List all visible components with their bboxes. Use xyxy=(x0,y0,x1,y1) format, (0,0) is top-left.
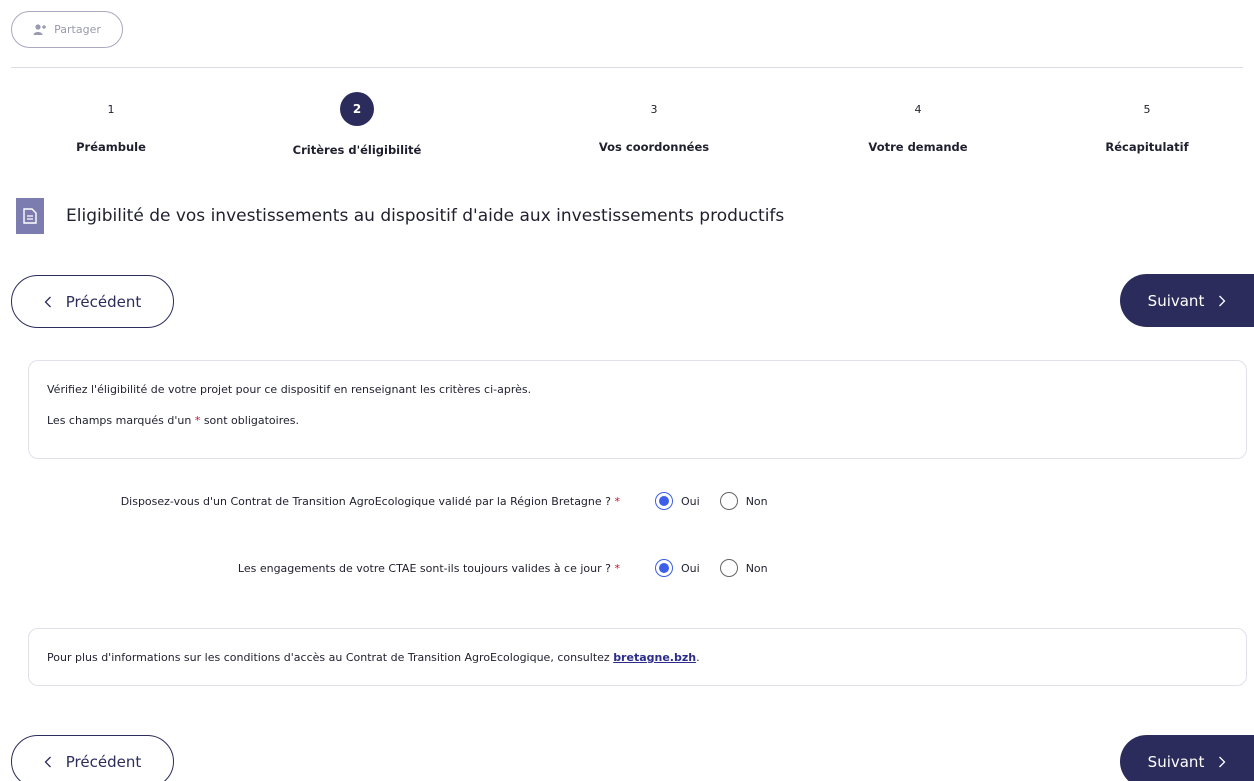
required-fields-note: Les champs marqués d'un * sont obligatoi… xyxy=(47,414,299,427)
radio-label: Oui xyxy=(681,494,700,508)
required-asterisk: * xyxy=(614,562,621,575)
header-divider xyxy=(11,67,1243,68)
step-votre-demande[interactable]: 4 Votre demande xyxy=(828,92,1008,155)
radio-oui[interactable]: Oui xyxy=(655,559,700,577)
radio-button[interactable] xyxy=(719,559,738,577)
radio-group-ctae-validated: Oui Non xyxy=(655,492,788,510)
radio-non[interactable]: Non xyxy=(719,559,768,577)
intro-text: Vérifiez l'éligibilité de votre projet p… xyxy=(47,383,532,396)
required-note-prefix: Les champs marqués d'un xyxy=(47,414,192,427)
next-button[interactable]: Suivant xyxy=(1120,274,1254,327)
next-button-label: Suivant xyxy=(1147,752,1205,771)
required-asterisk: * xyxy=(194,414,201,427)
more-info-suffix: . xyxy=(696,651,700,664)
more-info-sentence: Pour plus d'informations sur les conditi… xyxy=(47,651,610,664)
step-criteres-eligibilite[interactable]: 2 Critères d'éligibilité xyxy=(267,92,447,157)
previous-button[interactable]: Précédent xyxy=(11,275,174,328)
next-button-label: Suivant xyxy=(1147,291,1205,310)
chevron-left-icon xyxy=(44,296,52,308)
previous-button-bottom[interactable]: Précédent xyxy=(11,735,174,781)
radio-non[interactable]: Non xyxy=(719,492,768,510)
chevron-right-icon xyxy=(1218,756,1226,768)
document-icon xyxy=(16,198,44,234)
radio-button[interactable] xyxy=(719,492,738,510)
previous-button-label: Précédent xyxy=(65,292,142,311)
add-user-icon xyxy=(33,24,47,35)
step-preambule[interactable]: 1 Préambule xyxy=(21,92,201,155)
radio-group-ctae-still-valid: Oui Non xyxy=(655,559,788,577)
eligibility-intro-box: Vérifiez l'éligibilité de votre projet p… xyxy=(28,360,1247,459)
page-heading: Eligibilité de vos investissements au di… xyxy=(16,198,784,234)
radio-button-selected[interactable] xyxy=(655,492,673,510)
question-text: Disposez-vous d'un Contrat de Transition… xyxy=(120,495,611,508)
step-label: Critères d'éligibilité xyxy=(292,143,422,157)
page-title: Eligibilité de vos investissements au di… xyxy=(66,206,785,226)
question-text: Les engagements de votre CTAE sont-ils t… xyxy=(237,562,611,575)
bretagne-bzh-link[interactable]: bretagne.bzh xyxy=(613,651,696,664)
step-label: Préambule xyxy=(76,140,146,154)
step-label: Récapitulatif xyxy=(1105,140,1189,154)
radio-label: Oui xyxy=(681,561,700,575)
step-vos-coordonnees[interactable]: 3 Vos coordonnées xyxy=(564,92,744,155)
more-info-box: Pour plus d'informations sur les conditi… xyxy=(28,628,1247,686)
next-button-bottom[interactable]: Suivant xyxy=(1120,735,1254,781)
radio-oui[interactable]: Oui xyxy=(655,492,700,510)
step-number: 5 xyxy=(1143,102,1151,116)
question-ctae-validated: Disposez-vous d'un Contrat de Transition… xyxy=(30,494,620,509)
step-number: 3 xyxy=(650,102,658,116)
step-number: 1 xyxy=(107,102,115,116)
step-label: Votre demande xyxy=(868,140,968,154)
more-info-text: Pour plus d'informations sur les conditi… xyxy=(47,651,700,664)
stepper: 1 Préambule 2 Critères d'éligibilité 3 V… xyxy=(0,92,1254,162)
chevron-right-icon xyxy=(1218,295,1226,307)
required-note-suffix: sont obligatoires. xyxy=(203,414,299,427)
step-number-active: 2 xyxy=(340,92,374,126)
share-button-label: Partager xyxy=(54,23,101,36)
radio-label: Non xyxy=(745,561,768,575)
required-asterisk: * xyxy=(614,495,621,508)
previous-button-label: Précédent xyxy=(65,752,142,771)
radio-label: Non xyxy=(745,494,768,508)
share-button[interactable]: Partager xyxy=(11,11,123,48)
question-ctae-still-valid: Les engagements de votre CTAE sont-ils t… xyxy=(30,562,620,575)
step-label: Vos coordonnées xyxy=(598,140,710,154)
step-recapitulatif[interactable]: 5 Récapitulatif xyxy=(1057,92,1237,155)
radio-button-selected[interactable] xyxy=(655,559,673,577)
step-number: 4 xyxy=(914,102,922,116)
chevron-left-icon xyxy=(44,756,52,768)
